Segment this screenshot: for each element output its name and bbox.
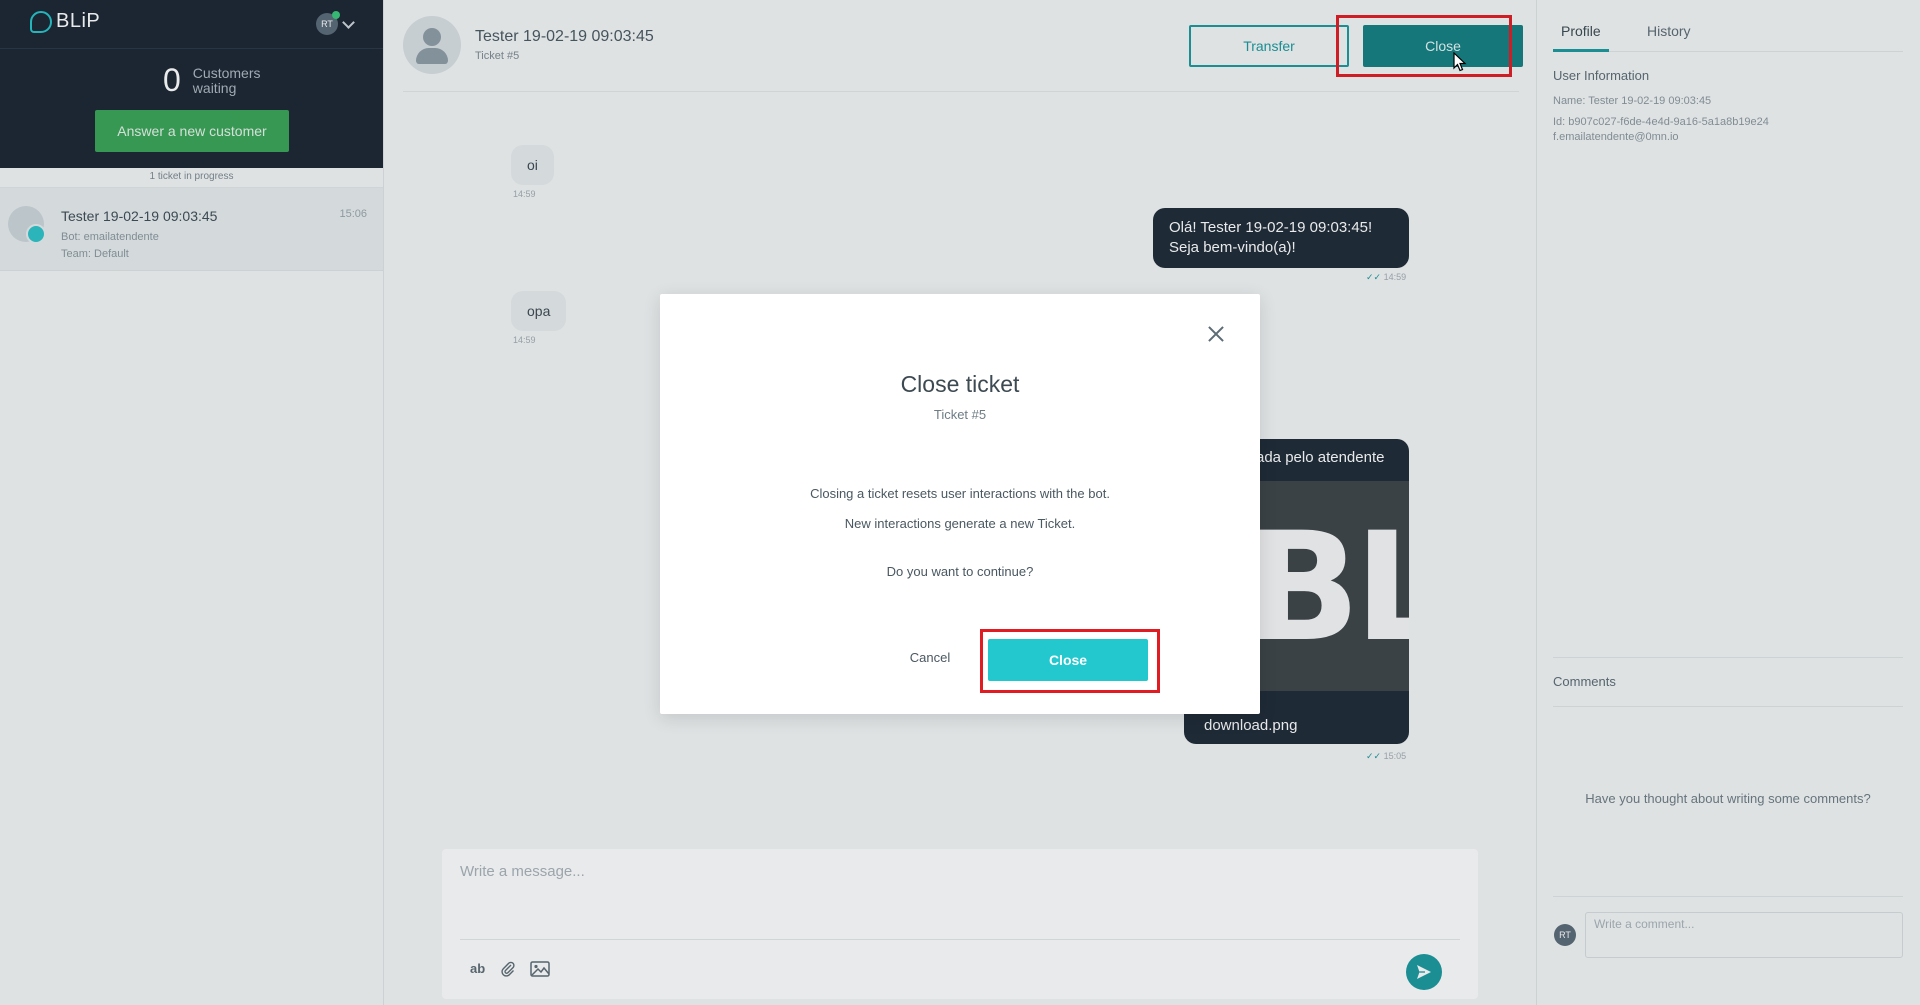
dialog-subtitle: Ticket #5	[933, 407, 987, 422]
dialog-title: Close ticket	[900, 371, 1020, 397]
mouse-cursor-icon	[1453, 52, 1467, 72]
dialog-message: New interactions generate a new Ticket.	[844, 516, 1076, 531]
cancel-button[interactable]: Cancel	[900, 650, 960, 670]
dialog-message: Closing a ticket resets user interaction…	[810, 486, 1110, 501]
close-ticket-dialog: Close ticket Ticket #5 Closing a ticket …	[660, 294, 1260, 714]
highlight-confirm-button	[980, 629, 1160, 693]
dialog-question: Do you want to continue?	[886, 564, 1034, 579]
close-icon[interactable]	[1206, 324, 1226, 344]
